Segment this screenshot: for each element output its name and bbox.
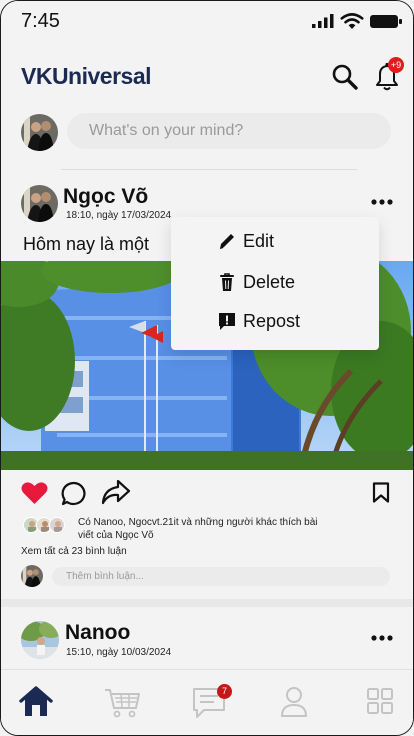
status-bar: 7:45: [1, 1, 413, 41]
more-options-icon[interactable]: [370, 194, 394, 210]
home-icon[interactable]: [19, 684, 53, 720]
report-icon: [219, 313, 235, 330]
bookmark-icon[interactable]: [372, 482, 390, 503]
cellular-signal-icon: [312, 14, 334, 28]
post-composer: [1, 111, 413, 169]
commenter-avatar: [21, 565, 43, 587]
post-separator: [1, 599, 413, 607]
likes-summary[interactable]: Có Nanoo, Ngocvt.21it và những người khá…: [78, 516, 318, 542]
post-options-menu: Edit Delete Repost: [171, 217, 379, 350]
bottom-navigation: [1, 669, 413, 735]
profile-icon[interactable]: [280, 684, 308, 720]
app-logo[interactable]: VKUniversal: [21, 63, 152, 90]
menu-item-label: Delete: [243, 272, 296, 292]
share-icon[interactable]: [101, 479, 131, 505]
liker-avatars[interactable]: [23, 515, 75, 535]
pencil-icon: [220, 234, 234, 249]
more-options-icon[interactable]: [370, 630, 394, 646]
post-author[interactable]: Nanoo: [65, 621, 130, 645]
avatar: [49, 517, 65, 533]
cart-icon[interactable]: [103, 684, 141, 720]
menu-item-label: Repost: [243, 311, 301, 331]
author-avatar[interactable]: [21, 185, 58, 222]
app-header: VKUniversal: [1, 41, 413, 111]
menu-item-repost[interactable]: Repost: [171, 303, 379, 341]
comment-icon[interactable]: [61, 481, 87, 506]
comment-input[interactable]: [52, 567, 390, 586]
grid-icon[interactable]: [367, 684, 393, 720]
menu-item-delete[interactable]: Delete: [171, 264, 379, 302]
menu-item-label: Edit: [243, 231, 275, 251]
author-avatar[interactable]: [21, 621, 59, 659]
trash-icon: [220, 273, 234, 291]
phone-frame: 7:45 VKUniversal +9 What's on your mind?…: [0, 0, 414, 736]
notification-badge: +9: [388, 57, 404, 73]
status-time: 7:45: [21, 10, 60, 32]
avatar[interactable]: [21, 114, 58, 151]
chat-badge: 7: [217, 684, 232, 699]
post-timestamp: 18:10, ngày 17/03/2024: [66, 210, 172, 221]
post-timestamp: 15:10, ngày 10/03/2024: [66, 647, 172, 658]
post-card: Nanoo 15:10, ngày 10/03/2024: [1, 607, 413, 667]
battery-icon: [370, 15, 402, 28]
divider: [61, 169, 357, 170]
status-input[interactable]: [67, 113, 391, 149]
menu-item-edit[interactable]: Edit: [171, 223, 379, 261]
wifi-icon: [340, 13, 364, 29]
post-text: Hôm nay là một: [23, 234, 150, 254]
view-all-comments-link[interactable]: Xem tất cả 23 bình luận: [21, 546, 127, 557]
search-icon[interactable]: [331, 63, 359, 91]
post-author[interactable]: Ngọc Võ: [63, 185, 148, 209]
heart-icon[interactable]: [21, 481, 48, 505]
